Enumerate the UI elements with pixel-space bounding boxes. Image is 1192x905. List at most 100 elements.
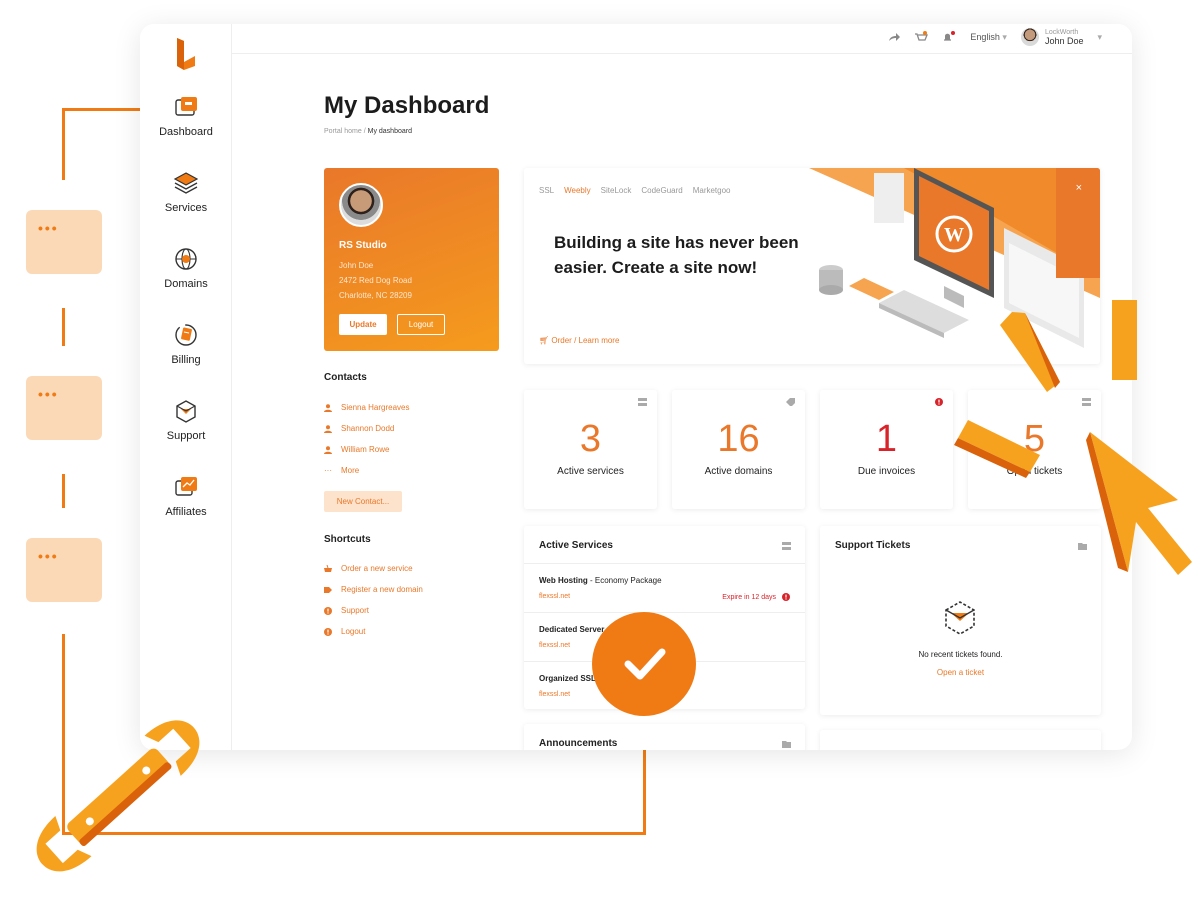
service-status: Expire in 12 days [722, 593, 790, 601]
announcements-heading: Announcements [539, 738, 618, 749]
promo-banner: W SSL Weebly SiteLock CodeGuard Marketgo… [524, 168, 1100, 364]
dashboard-icon [175, 97, 197, 116]
sidebar-item-affiliates[interactable]: Affiliates [140, 474, 232, 518]
sidebar-item-label: Affiliates [165, 506, 207, 518]
breadcrumb-current: My dashboard [367, 128, 412, 135]
brand-logo-icon [177, 38, 195, 70]
folder-icon [1078, 543, 1087, 550]
contact-name: Shannon Dodd [341, 424, 395, 433]
new-contact-button[interactable]: New Contact... [324, 491, 402, 512]
chevron-down-icon: ▾ [1097, 31, 1102, 42]
tab-marketgoo[interactable]: Marketgoo [693, 186, 731, 195]
stat-due-invoices[interactable]: 1 Due invoices [820, 390, 953, 509]
tab-ssl[interactable]: SSL [539, 186, 554, 195]
stat-value: 3 [579, 418, 602, 460]
service-row[interactable]: Web Hosting - Economy Package flexssl.ne… [524, 563, 805, 612]
stat-value: 5 [1023, 418, 1046, 460]
alert-circle-icon [782, 593, 790, 601]
cart-icon: 🛒︎ [539, 336, 550, 345]
flow-line [62, 474, 65, 508]
secondary-panel [820, 730, 1101, 750]
sidebar-item-label: Billing [171, 354, 201, 366]
ellipsis-icon: ··· [324, 465, 332, 475]
order-learn-more-link[interactable]: 🛒︎ Order / Learn more [539, 336, 619, 345]
sidebar-item-billing[interactable]: Billing [140, 322, 232, 366]
contact-name: Sienna Hargreaves [341, 403, 410, 412]
sidebar-item-domains[interactable]: Domains [140, 246, 232, 290]
sidebar-item-label: Services [164, 202, 208, 214]
profile-company: RS Studio [339, 240, 387, 251]
stat-open-tickets[interactable]: 5 Open tickets [968, 390, 1101, 509]
breadcrumb-separator: / [363, 128, 366, 135]
contact-item[interactable]: William Rowe [324, 445, 389, 454]
no-tickets-message: No recent tickets found. [918, 650, 1003, 659]
stat-active-services[interactable]: 3 Active services [524, 390, 657, 509]
user-icon [324, 445, 332, 454]
flow-line [62, 108, 140, 111]
logout-button[interactable]: Logout [397, 314, 445, 335]
contact-name: William Rowe [341, 445, 390, 454]
user-icon [324, 424, 332, 433]
server-icon [782, 542, 791, 550]
tag-icon [324, 586, 332, 593]
placeholder-card: ••• [26, 210, 102, 274]
stat-active-domains[interactable]: 16 Active domains [672, 390, 805, 509]
support-box-icon [945, 601, 975, 635]
open-ticket-link[interactable]: Open a ticket [820, 668, 1101, 677]
avatar [1020, 28, 1039, 46]
placeholder-card: ••• [26, 538, 102, 602]
user-menu[interactable]: LockWorth John Doe ▾ [1020, 28, 1102, 46]
stat-label: Due invoices [857, 466, 916, 477]
update-button[interactable]: Update [339, 314, 387, 335]
breadcrumb-home[interactable]: Portal home [324, 128, 362, 135]
shortcut-logout[interactable]: Logout [324, 627, 365, 636]
tab-weebly[interactable]: Weebly [564, 186, 591, 195]
chevron-down-icon: ▾ [1002, 31, 1007, 42]
placeholder-card: ••• [26, 376, 102, 440]
service-row[interactable]: Dedicated Server flexssl.net [524, 612, 805, 661]
globe-icon [175, 248, 197, 270]
shortcut-support[interactable]: Support [324, 606, 369, 615]
share-icon[interactable] [888, 32, 901, 42]
tag-icon [786, 398, 795, 406]
stat-label: Active services [557, 466, 624, 477]
close-icon[interactable]: × [1076, 182, 1082, 194]
sidebar-item-dashboard[interactable]: Dashboard [140, 94, 232, 138]
server-icon [638, 398, 647, 406]
sidebar: Dashboard Services Domains Billing Suppo… [140, 24, 232, 750]
sidebar-item-services[interactable]: Services [140, 170, 232, 214]
notifications-bell-icon[interactable] [942, 31, 956, 43]
service-row[interactable]: Organized SSL flexssl.net [524, 661, 805, 709]
sidebar-item-support[interactable]: Support [140, 398, 232, 442]
service-domain: flexssl.net [539, 691, 571, 698]
tab-codeguard[interactable]: CodeGuard [641, 186, 682, 195]
flow-line [62, 108, 65, 180]
contacts-more-link[interactable]: ··· More [324, 466, 359, 475]
topbar: English ▾ LockWorth John Doe ▾ [232, 24, 1132, 54]
shortcut-register-domain[interactable]: Register a new domain [324, 585, 423, 594]
more-label: More [341, 466, 360, 475]
flow-line [62, 832, 646, 835]
tab-sitelock[interactable]: SiteLock [601, 186, 632, 195]
alert-circle-icon [324, 627, 332, 636]
shortcut-label: Logout [341, 627, 366, 636]
dots-icon: ••• [38, 386, 59, 402]
service-plan: - Economy Package [587, 576, 662, 585]
shortcut-label: Register a new domain [341, 585, 423, 594]
contact-item[interactable]: Shannon Dodd [324, 424, 394, 433]
contact-item[interactable]: Sienna Hargreaves [324, 403, 409, 412]
user-icon [324, 403, 332, 412]
profile-avatar [339, 183, 383, 227]
page-title: My Dashboard [324, 92, 490, 119]
svg-text:W: W [944, 224, 964, 246]
language-select[interactable]: English ▾ [970, 32, 1007, 43]
announcements-panel: Announcements [524, 724, 805, 750]
shortcut-label: Support [341, 606, 370, 615]
app-window: Dashboard Services Domains Billing Suppo… [140, 24, 1132, 750]
profile-card: RS Studio John Doe 2472 Red Dog Road Cha… [324, 168, 499, 351]
banner-headline: Building a site has never been easier. C… [554, 233, 799, 277]
alert-circle-icon [935, 398, 943, 406]
cart-icon[interactable] [914, 31, 929, 43]
server-stack-icon [173, 172, 199, 194]
shortcut-order-service[interactable]: Order a new service [324, 564, 413, 573]
